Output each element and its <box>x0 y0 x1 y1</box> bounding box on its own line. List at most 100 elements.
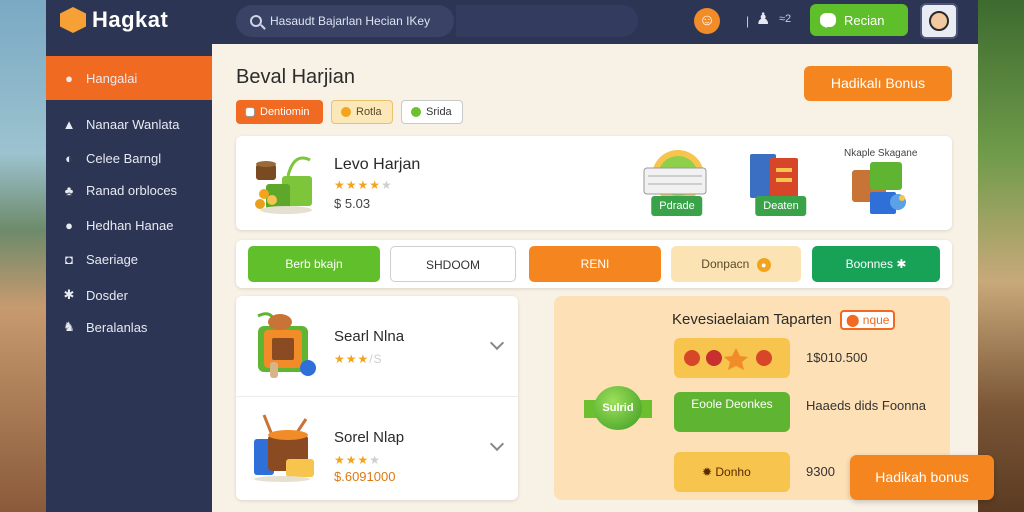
background-photo-right <box>974 0 1024 512</box>
rating-stars: ★★★★★ <box>334 178 393 192</box>
action-button-1[interactable]: Berb bkajn <box>248 246 380 282</box>
reward-value: 1$010.500 <box>806 350 868 365</box>
logo[interactable]: Hagkat <box>60 7 168 33</box>
fruit-icons <box>684 348 772 370</box>
brand-name: Hagkat <box>92 7 169 32</box>
list-item-title: Searl Nlna <box>334 328 405 345</box>
star-icon: ✹ <box>702 465 716 479</box>
sidebar-item-saeriage[interactable]: ◘ Saeriage <box>46 242 212 276</box>
chevron-down-icon[interactable] <box>489 335 505 351</box>
paw-icon: ♞ <box>63 319 75 334</box>
sidebar-item-label: Beralanlas <box>86 319 148 335</box>
action-button-5[interactable]: Boonnes ✱ <box>812 246 940 282</box>
people-icon: ♣ <box>64 182 74 198</box>
reward-label: Donho <box>715 465 751 479</box>
chip-label: Dentiomin <box>260 106 310 118</box>
recipe-box-icon <box>257 312 316 378</box>
sidebar-item-hedhan[interactable]: ● Hedhan Hanae <box>46 208 212 242</box>
bonus-title: Kevesiaelaiam Taparten ⬤ nque <box>672 310 896 330</box>
sparkle-icon: ✱ <box>896 257 907 271</box>
sidebar-item-hangalai[interactable]: ● Hangalai <box>46 56 212 100</box>
action-button-4[interactable]: Donpacn ● <box>671 246 801 282</box>
chip-label: Srida <box>426 106 452 118</box>
reward-tile-3[interactable]: ✹ Donho <box>674 452 790 492</box>
chip-label: Rotla <box>356 106 382 118</box>
filter-chips: Dentiomin Rotla Srida <box>236 100 463 124</box>
sidebar-item-label: Nanaar Wanlata <box>86 116 180 132</box>
tile-deaten[interactable]: Deaten <box>742 148 820 218</box>
search-bar[interactable] <box>236 5 454 37</box>
list-item[interactable]: Sorel Nlap ★★★★ $.6091000 <box>236 396 518 496</box>
ribbon-label: Sulrid <box>594 386 642 430</box>
checkbox-icon <box>245 107 255 117</box>
list-item-price: $.6091000 <box>334 469 396 484</box>
avatar[interactable] <box>920 3 958 39</box>
action-button-3[interactable]: RENI <box>529 246 661 282</box>
gift-box-icon <box>852 162 906 214</box>
search-input[interactable] <box>270 14 450 28</box>
bag-icon: ◘ <box>65 251 73 267</box>
list-item-title: Sorel Nlap <box>334 429 405 446</box>
chef-icon[interactable]: ☺ <box>694 8 720 34</box>
food-basket-icon <box>255 156 312 214</box>
sidebar: ● Hangalai ▲ Nanaar Wanlata ◐ Celee Barn… <box>46 44 212 512</box>
sidebar-item-celee[interactable]: ◐ Celee Barngl <box>46 141 212 175</box>
sidebar-item-label: Ranad orbloces <box>86 182 178 198</box>
bonus-tag[interactable]: ⬤ nque <box>840 310 896 330</box>
app-window: Hagkat ☺ | ♟ ≈2 Recian ● Hangalai ▲ Nana… <box>46 0 978 512</box>
bonus-ribbon: Sulrid <box>584 386 652 430</box>
search-bar-extension <box>456 5 638 37</box>
sidebar-item-label: Hangalai <box>86 70 138 86</box>
recipe-list: Searl Nlna ★★★/S Sorel Nlap ★★★★ $.60910… <box>236 296 518 500</box>
featured-title: Levo Harjan <box>334 156 421 173</box>
sidebar-item-label: Celee Barngl <box>86 150 162 166</box>
sidebar-item-label: Saeriage <box>86 251 139 267</box>
reward-value: Haaeds dids Foonna <box>806 398 926 413</box>
reward-value: 9300 <box>806 464 835 479</box>
chip-srida[interactable]: Srida <box>401 100 463 124</box>
sidebar-item-label: Dosder <box>86 287 128 303</box>
search-icon <box>250 15 262 27</box>
logo-box-icon <box>60 7 86 33</box>
coin-icon: ● <box>756 257 771 272</box>
hero-bonus-button[interactable]: Hadikalı Bonus <box>804 66 952 101</box>
page-title: Beval Harjian <box>236 66 355 88</box>
chat-icon <box>820 13 836 28</box>
list-item[interactable]: Searl Nlna ★★★/S <box>236 296 518 396</box>
chat-button[interactable]: Recian <box>810 4 908 36</box>
action-button-2[interactable]: SHDOOM <box>390 246 516 282</box>
sidebar-item-dosder[interactable]: ✱ Dosder <box>46 278 212 312</box>
coin-icon <box>341 107 351 117</box>
action-button-label: Boonnes <box>845 257 893 271</box>
sidebar-item-ranad[interactable]: ♣ Ranad orbloces <box>46 173 212 207</box>
chip-dentiomin[interactable]: Dentiomin <box>236 100 323 124</box>
user-icon: ● <box>65 70 73 86</box>
rating-stars: ★★★/S <box>334 352 383 366</box>
chat-icon: ◐ <box>65 150 73 166</box>
topbar-separator: | <box>746 14 750 28</box>
reward-tile-1[interactable] <box>674 338 790 378</box>
cooking-pot-icon <box>254 414 314 482</box>
bell-icon[interactable]: ♟ <box>756 9 770 29</box>
chevron-down-icon[interactable] <box>489 436 505 452</box>
sidebar-item-nanaar[interactable]: ▲ Nanaar Wanlata <box>46 107 212 141</box>
tile-badge: Pdrade <box>651 196 703 216</box>
background-photo-left <box>0 0 48 512</box>
notification-count: ≈2 <box>779 13 792 25</box>
settings-icon: ✱ <box>63 287 75 302</box>
bonus-title-text: Kevesiaelaiam Taparten <box>672 311 832 328</box>
featured-card[interactable]: Levo Harjan ★★★★★ $ 5.03 Pdrade Deaten N… <box>236 136 952 230</box>
floating-bonus-button[interactable]: Hadikah bonus <box>850 455 994 500</box>
chip-rotla[interactable]: Rotla <box>331 100 393 124</box>
bonus-tag-label: nque <box>862 313 890 327</box>
action-button-row: Berb bkajn SHDOOM RENI Donpacn ● Boonnes… <box>236 240 952 288</box>
chat-button-label: Recian <box>844 12 885 28</box>
sidebar-item-label: Hedhan Hanae <box>86 217 174 233</box>
tile-gifts[interactable] <box>848 158 926 228</box>
tile-pdrade[interactable]: Pdrade <box>638 148 716 218</box>
tile-badge: Deaten <box>755 196 807 216</box>
sidebar-item-beralanlas[interactable]: ♞ Beralanlas <box>46 310 212 344</box>
user-icon: ● <box>65 217 73 233</box>
featured-price: $ 5.03 <box>334 196 371 211</box>
reward-tile-2[interactable]: Eoole Deonkes <box>674 392 790 432</box>
